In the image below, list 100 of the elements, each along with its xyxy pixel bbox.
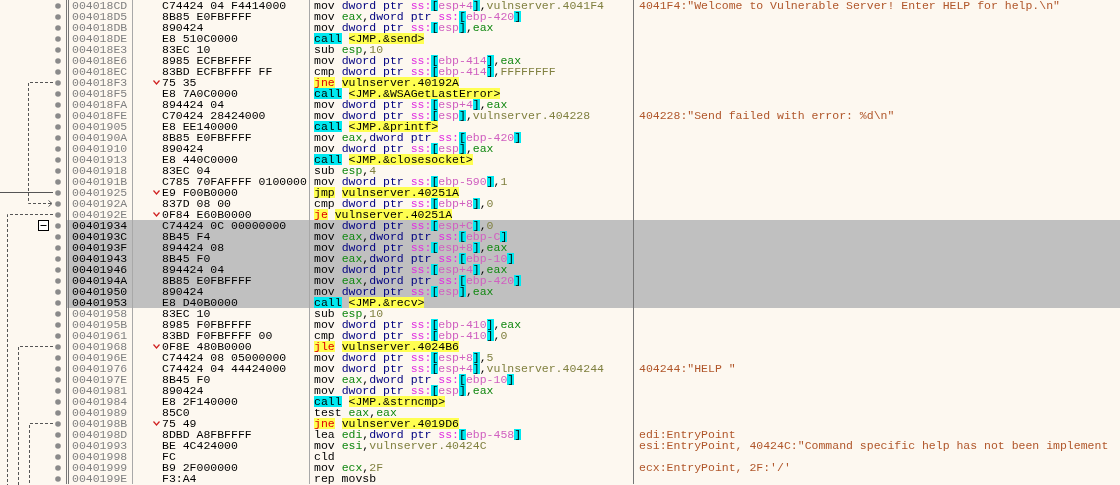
opcode-bytes: 894424 04 xyxy=(162,99,225,110)
dot-icon[interactable] xyxy=(55,189,61,196)
dot-icon[interactable] xyxy=(55,343,61,350)
code-row[interactable]: 0040198B 75 49 jne vulnserver.4019D6 xyxy=(66,418,1120,429)
dot-icon[interactable] xyxy=(55,101,61,108)
dot-icon[interactable] xyxy=(55,475,61,482)
dot-icon[interactable] xyxy=(55,46,61,53)
dot-icon[interactable] xyxy=(55,321,61,328)
dot-icon[interactable] xyxy=(55,79,61,86)
opcode-bytes: C74424 0C 00000000 xyxy=(162,220,287,231)
code-row[interactable]: 004018DE E8 510C0000 call <JMP.&send> xyxy=(66,33,1120,44)
code-row[interactable]: 00401984 E8 2F140000 call <JMP.&strncmp> xyxy=(66,396,1120,407)
address-cell: 0040195B xyxy=(66,319,133,330)
dot-icon[interactable] xyxy=(55,354,61,361)
opcode-bytes: 0F8E 480B0000 xyxy=(162,341,252,352)
dot-icon[interactable] xyxy=(55,398,61,405)
dot-icon[interactable] xyxy=(55,200,61,207)
dot-icon[interactable] xyxy=(55,310,61,317)
dot-icon[interactable] xyxy=(55,365,61,372)
address-cell: 004018FE xyxy=(66,110,133,121)
code-row[interactable]: 0040198D 8DBD A8FBFFFF lea edi,dword ptr ss:[ebp-458] edi:EntryPoint xyxy=(66,429,1120,440)
dot-icon[interactable] xyxy=(55,211,61,218)
dot-icon[interactable] xyxy=(55,112,61,119)
dot-icon[interactable] xyxy=(55,332,61,339)
dot-icon[interactable] xyxy=(55,134,61,141)
dot-icon[interactable] xyxy=(55,376,61,383)
address-cell: 00401913 xyxy=(66,154,133,165)
dot-icon[interactable] xyxy=(55,35,61,42)
code-row[interactable]: 00401968 0F8E 480B0000 jle vulnserver.4024B6 xyxy=(66,341,1120,352)
dot-icon[interactable] xyxy=(55,288,61,295)
dot-icon[interactable] xyxy=(55,244,61,251)
address-cell: 00401961 xyxy=(66,330,133,341)
dot-icon[interactable] xyxy=(55,24,61,31)
comment-text: ecx:EntryPoint, 2F:'/' xyxy=(639,461,791,474)
instruction-text: mov esi,vulnserver.40424C xyxy=(314,440,487,451)
dot-icon[interactable] xyxy=(55,266,61,273)
dot-icon[interactable] xyxy=(55,123,61,130)
code-row[interactable]: 0040199E F3:A4 rep movsb xyxy=(66,473,1120,484)
opcode-bytes: 890424 xyxy=(162,143,204,154)
comment-text: 4041F4:"Welcome to Vulnerable Server! Enter HELP for help.\n" xyxy=(639,0,1060,12)
code-row[interactable]: 00401905 E8 EE140000 call <JMP.&printf> xyxy=(66,121,1120,132)
opcode-bytes: 83EC 10 xyxy=(162,308,211,319)
instruction-text: mov eax,dword ptr ss:[ebp-420] xyxy=(314,11,522,22)
code-row[interactable]: 00401925 E9 F00B0000 jmp vulnserver.40251A xyxy=(66,187,1120,198)
dot-icon[interactable] xyxy=(55,68,61,75)
code-row[interactable]: 00401999 B9 2F000000 mov ecx,2F ecx:EntryPoint, 2F:'/' xyxy=(66,462,1120,473)
opcode-bytes: 890424 xyxy=(162,286,204,297)
address-cell: 00401998 xyxy=(66,451,133,462)
code-row[interactable]: 00401998 FC cld xyxy=(66,451,1120,462)
dot-icon[interactable] xyxy=(55,145,61,152)
opcode-bytes: C74424 04 44424000 xyxy=(162,363,287,374)
opcode-bytes: 83BD F0FBFFFF 00 xyxy=(162,330,273,341)
dot-icon[interactable] xyxy=(55,255,61,262)
dot-icon[interactable] xyxy=(55,13,61,20)
dot-icon[interactable] xyxy=(55,57,61,64)
instruction-text: call <JMP.&WSAGetLastError> xyxy=(314,88,501,99)
address-cell: 004018EC xyxy=(66,66,133,77)
opcode-bytes: 0F84 E60B0000 xyxy=(162,209,252,220)
instruction-text: call <JMP.&closesocket> xyxy=(314,154,473,165)
address-cell: 00401918 xyxy=(66,165,133,176)
opcode-bytes: C785 70FAFFFF 0100000 xyxy=(162,176,307,187)
instruction-text: jmp vulnserver.40251A xyxy=(314,187,459,198)
address-cell: 00401984 xyxy=(66,396,133,407)
opcode-bytes: C74424 04 F4414000 xyxy=(162,0,287,11)
instruction-text: jne vulnserver.4019D6 xyxy=(314,418,459,429)
dot-icon[interactable] xyxy=(55,178,61,185)
opcode-bytes: F3:A4 xyxy=(162,473,197,484)
dot-icon[interactable] xyxy=(55,464,61,471)
dot-icon[interactable] xyxy=(55,156,61,163)
dot-icon[interactable] xyxy=(55,409,61,416)
dot-icon[interactable] xyxy=(55,431,61,438)
opcode-bytes: E8 2F140000 xyxy=(162,396,238,407)
instruction-text: sub esp,4 xyxy=(314,165,377,176)
address-cell: 00401976 xyxy=(66,363,133,374)
code-row[interactable]: 00401953 E8 D40B0000 call <JMP.&recv> xyxy=(66,297,1120,308)
dot-icon[interactable] xyxy=(55,222,61,229)
instruction-text: sub esp,10 xyxy=(314,44,384,55)
address-cell: 0040192A xyxy=(66,198,133,209)
dot-icon[interactable] xyxy=(55,167,61,174)
collapse-icon[interactable] xyxy=(38,220,49,231)
opcode-bytes: C74424 08 05000000 xyxy=(162,352,287,363)
dot-icon[interactable] xyxy=(55,442,61,449)
instruction-text: call <JMP.&recv> xyxy=(314,297,425,308)
dot-icon[interactable] xyxy=(55,233,61,240)
dot-icon[interactable] xyxy=(55,277,61,284)
dot-icon[interactable] xyxy=(55,453,61,460)
address-cell: 004018FA xyxy=(66,99,133,110)
dot-icon[interactable] xyxy=(55,387,61,394)
instruction-text: mov ecx,2F xyxy=(314,462,384,473)
dot-icon[interactable] xyxy=(55,299,61,306)
dot-icon[interactable] xyxy=(55,2,61,9)
address-cell: 0040190A xyxy=(66,132,133,143)
code-row[interactable]: 00401993 BE 4C424000 mov esi,vulnserver.40424C esi:EntryPoint, 40424C:"Command specific help has not been implement xyxy=(66,440,1120,451)
dot-icon[interactable] xyxy=(55,420,61,427)
instruction-text: sub esp,10 xyxy=(314,308,384,319)
dot-icon[interactable] xyxy=(55,90,61,97)
code-row[interactable]: 00401913 E8 440C0000 call <JMP.&closesocket> xyxy=(66,154,1120,165)
code-row[interactable]: 004018F5 E8 7A0C0000 call <JMP.&WSAGetLastError> xyxy=(66,88,1120,99)
address-cell: 004018F5 xyxy=(66,88,133,99)
opcode-bytes: FC xyxy=(162,451,176,462)
